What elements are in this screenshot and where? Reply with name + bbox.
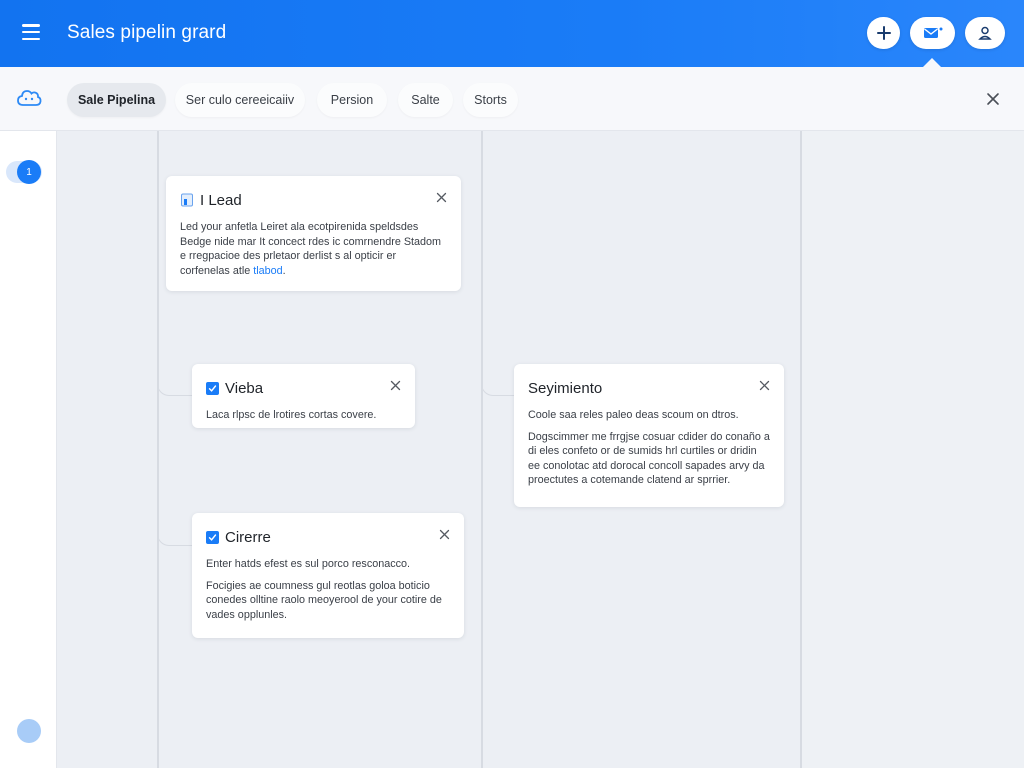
card-title: Seyimiento bbox=[528, 378, 770, 398]
card-title: I Lead bbox=[180, 190, 447, 210]
header-notch bbox=[923, 58, 941, 67]
card-title: Cirerre bbox=[206, 527, 450, 547]
card-cierre[interactable]: Cirerre Enter hatds efest es sul porco r… bbox=[192, 513, 464, 638]
card-lead-period: . bbox=[282, 264, 286, 277]
tab-persion[interactable]: Persion bbox=[317, 83, 387, 117]
close-icon[interactable] bbox=[759, 380, 770, 391]
rail-badge[interactable]: 1 bbox=[17, 160, 41, 184]
card-lead-link[interactable]: tlabod bbox=[253, 265, 282, 277]
tab-storts[interactable]: Storts bbox=[463, 83, 518, 117]
plus-icon bbox=[876, 26, 891, 40]
tab-second[interactable]: Ser culo cereeicaiiv bbox=[175, 83, 305, 117]
profile-button[interactable] bbox=[965, 17, 1005, 49]
connector-line bbox=[157, 372, 192, 396]
hamburger-icon[interactable] bbox=[22, 24, 40, 40]
column-divider bbox=[157, 131, 159, 768]
card-cierre-title: Cirerre bbox=[225, 528, 271, 546]
card-cierre-text: Enter hatds efest es sul porco resconacc… bbox=[206, 557, 450, 622]
close-icon[interactable] bbox=[390, 380, 401, 391]
card-vieba-title: Vieba bbox=[225, 379, 264, 397]
user-icon bbox=[978, 26, 992, 40]
close-icon[interactable] bbox=[985, 91, 1001, 107]
messages-button[interactable] bbox=[910, 17, 955, 49]
card-lead[interactable]: I Lead Led your anfetla Leiret ala ecotp… bbox=[166, 176, 461, 291]
card-lead-title: I Lead bbox=[200, 191, 242, 209]
add-button[interactable] bbox=[867, 17, 900, 49]
card-cierre-text-2: Focigies ae coumness gul reotlas goloa b… bbox=[206, 579, 442, 621]
card-seguimiento-text: Coole saa reles paleo deas scoum on dtro… bbox=[528, 408, 770, 488]
app-header: Sales pipelin grard bbox=[0, 0, 1024, 67]
checkbox-icon[interactable] bbox=[206, 381, 219, 395]
rail-avatar-dot[interactable] bbox=[17, 719, 41, 743]
close-icon[interactable] bbox=[439, 529, 450, 540]
connector-line bbox=[481, 372, 514, 396]
tab-bar: Sale Pipelina Ser culo cereeicaiiv Persi… bbox=[0, 67, 1024, 131]
card-vieba-text: Laca rlpsc de lrotires cortas covere. bbox=[206, 409, 377, 421]
document-icon bbox=[181, 193, 193, 207]
close-icon[interactable] bbox=[436, 192, 447, 203]
card-seguimiento[interactable]: Seyimiento Coole saa reles paleo deas sc… bbox=[514, 364, 784, 507]
column-divider bbox=[481, 131, 483, 768]
column-right-bg bbox=[801, 131, 1024, 768]
card-lead-body: Led your anfetla Leiret ala ecotpirenida… bbox=[180, 221, 442, 277]
tab-salte[interactable]: Salte bbox=[398, 83, 453, 117]
left-rail: 1 bbox=[0, 131, 57, 768]
card-seguimiento-title: Seyimiento bbox=[528, 379, 603, 397]
cloud-logo-icon bbox=[17, 90, 42, 106]
card-seguimiento-text-1: Coole saa reles paleo deas scoum on dtro… bbox=[528, 409, 739, 421]
column-divider bbox=[800, 131, 802, 768]
connector-line bbox=[157, 520, 192, 546]
card-lead-text: Led your anfetla Leiret ala ecotpirenida… bbox=[180, 220, 447, 278]
card-vieba[interactable]: Vieba Laca rlpsc de lrotires cortas cove… bbox=[192, 364, 415, 428]
app-title: Sales pipelin grard bbox=[67, 22, 227, 43]
checkbox-icon[interactable] bbox=[206, 530, 219, 544]
tab-sale-pipeline[interactable]: Sale Pipelina bbox=[67, 83, 166, 117]
card-title: Vieba bbox=[206, 378, 401, 398]
card-cierre-text-1: Enter hatds efest es sul porco resconacc… bbox=[206, 558, 411, 570]
mail-icon bbox=[923, 27, 942, 38]
card-seguimiento-text-2: Dogscimmer me frrgjse cosuar cdider do c… bbox=[528, 430, 770, 487]
